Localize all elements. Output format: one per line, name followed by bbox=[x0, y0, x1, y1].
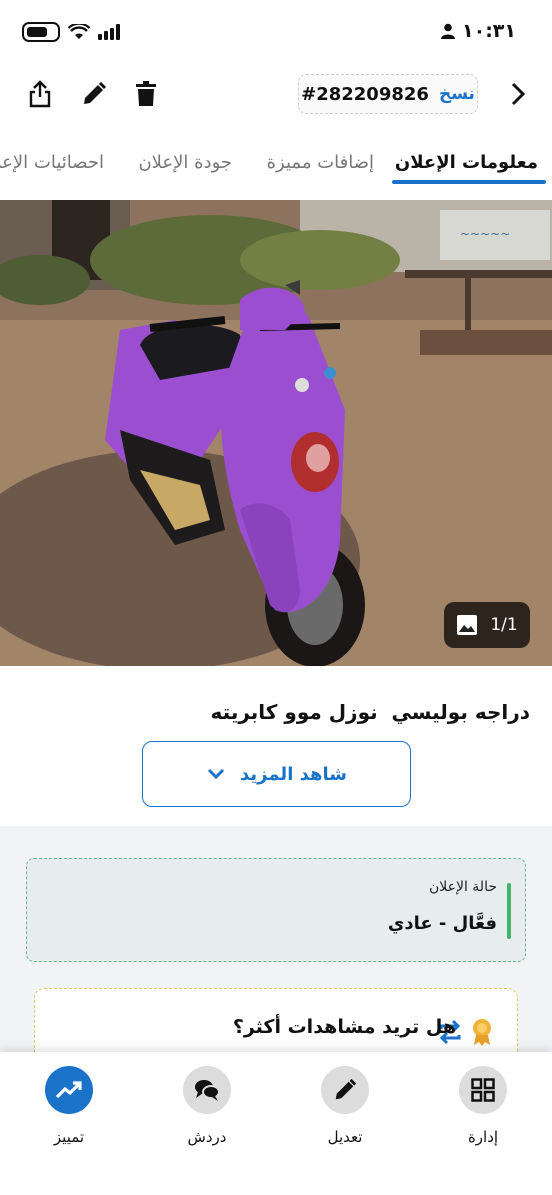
tab-ad-info[interactable]: معلومات الإعلان bbox=[395, 152, 538, 173]
bottom-nav: تمييز دردش تعديل إدارة bbox=[0, 1052, 552, 1195]
ad-status-card: حالة الإعلان فعَّال - عادي bbox=[26, 858, 526, 962]
status-bar: ١٠:٣١ bbox=[0, 0, 552, 66]
trending-up-icon bbox=[45, 1066, 93, 1114]
ad-status-value: فعَّال - عادي bbox=[387, 913, 497, 934]
ad-id-copy-pill[interactable]: نسخ #282209826 bbox=[298, 74, 478, 114]
nav-manage[interactable]: إدارة bbox=[438, 1066, 528, 1146]
nav-edit-label: تعديل bbox=[327, 1128, 363, 1146]
status-time: ١٠:٣١ bbox=[462, 20, 516, 42]
tab-ad-statistics[interactable]: احصائيات الإعلان bbox=[0, 152, 104, 173]
nav-chat-label: دردش bbox=[187, 1128, 227, 1146]
ad-id: #282209826 bbox=[301, 83, 429, 105]
status-indicators bbox=[22, 22, 120, 42]
ad-status-label: حالة الإعلان bbox=[428, 879, 497, 895]
nav-manage-label: إدارة bbox=[467, 1128, 499, 1146]
tab-ad-quality[interactable]: جودة الإعلان bbox=[138, 152, 232, 173]
wifi-icon bbox=[68, 24, 90, 39]
photo-counter-text: 1/1 bbox=[490, 615, 518, 635]
photo-counter[interactable]: 1/1 bbox=[444, 602, 530, 648]
see-more-button[interactable]: شاهد المزيد bbox=[142, 741, 411, 807]
pencil-icon bbox=[321, 1066, 369, 1114]
edit-icon[interactable] bbox=[78, 78, 110, 110]
nav-edit[interactable]: تعديل bbox=[300, 1066, 390, 1146]
status-time-group: ١٠:٣١ bbox=[440, 20, 516, 42]
share-icon[interactable] bbox=[24, 78, 56, 110]
see-more-label: شاهد المزيد bbox=[240, 763, 347, 785]
nav-chat[interactable]: دردش bbox=[162, 1066, 252, 1146]
promo-title: هل تريد مشاهدات أكثر؟ bbox=[232, 1016, 456, 1038]
listing-title: دراجه بوليسي نوزل موو كابريته bbox=[210, 700, 530, 724]
copy-button[interactable]: نسخ bbox=[439, 84, 475, 104]
person-icon bbox=[441, 23, 455, 39]
nav-feature-label: تمييز bbox=[53, 1128, 85, 1146]
nav-feature[interactable]: تمييز bbox=[24, 1066, 114, 1146]
image-icon bbox=[457, 615, 478, 635]
battery-icon bbox=[22, 22, 60, 42]
award-medal-icon bbox=[473, 1019, 491, 1046]
status-accent-bar bbox=[507, 883, 511, 939]
active-tab-indicator bbox=[392, 180, 546, 184]
forward-chevron-icon[interactable] bbox=[502, 78, 534, 110]
signal-icon bbox=[98, 24, 120, 40]
svg-text:~~~~~: ~~~~~ bbox=[460, 227, 510, 241]
tab-premium-addons[interactable]: إضافات مميزة bbox=[267, 152, 374, 173]
listing-photo[interactable]: ~~~~~ bbox=[0, 200, 552, 666]
chat-icon bbox=[183, 1066, 231, 1114]
grid-icon bbox=[459, 1066, 507, 1114]
chevron-down-icon bbox=[207, 768, 225, 780]
delete-icon[interactable] bbox=[130, 78, 162, 110]
